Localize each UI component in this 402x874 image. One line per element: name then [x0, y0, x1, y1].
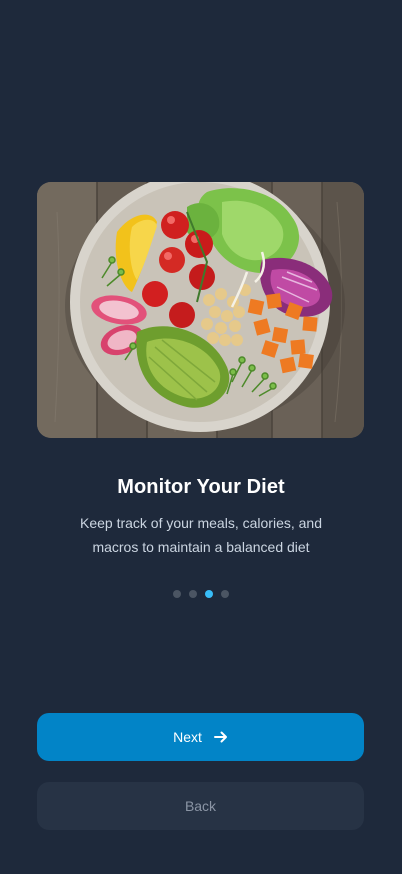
back-button-label: Back [184, 798, 217, 814]
arrow-right-icon [213, 730, 228, 744]
pagination-dot[interactable] [173, 590, 181, 598]
back-button[interactable]: Back [37, 782, 364, 830]
next-button[interactable]: Next [37, 713, 364, 761]
next-button-label: Next [173, 729, 202, 745]
pagination-dot-active[interactable] [205, 590, 213, 598]
page-description: Keep track of your meals, calories, and … [79, 515, 322, 555]
pagination-dot[interactable] [189, 590, 197, 598]
pagination-dot[interactable] [221, 590, 229, 598]
pagination-dots [0, 590, 402, 598]
salad-bowl-illustration [37, 182, 364, 438]
page-title: Monitor Your Diet [117, 476, 285, 498]
hero-image [37, 182, 364, 438]
